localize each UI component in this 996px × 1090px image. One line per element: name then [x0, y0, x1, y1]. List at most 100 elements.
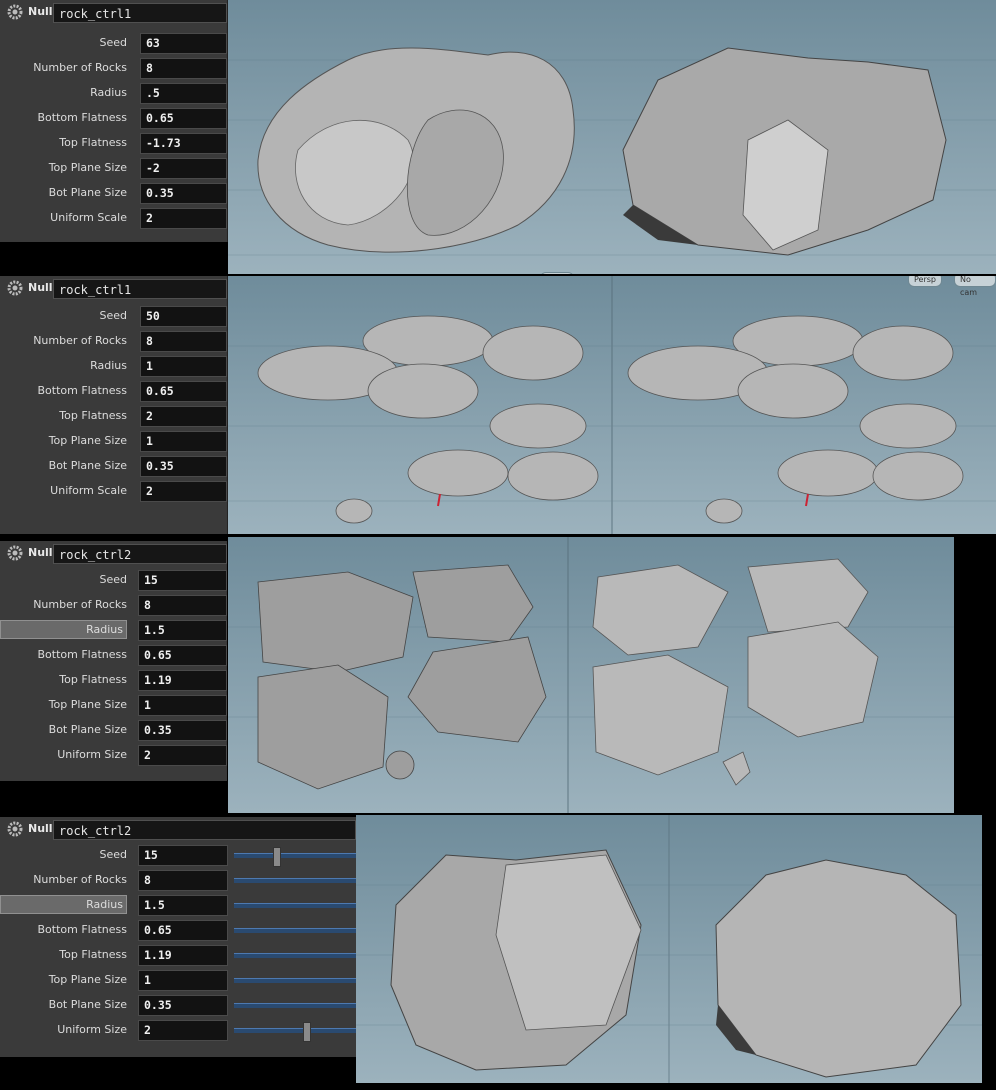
param-slider[interactable]	[234, 928, 356, 933]
gear-icon[interactable]	[7, 4, 23, 20]
param-slider[interactable]	[234, 1022, 356, 1042]
viewport-4[interactable]	[356, 815, 982, 1083]
param-label: Number of Rocks	[33, 61, 127, 74]
param-slider[interactable]	[234, 1003, 356, 1008]
param-value-field[interactable]: 1	[140, 356, 227, 377]
param-label: Uniform Scale	[50, 211, 127, 224]
param-value-field[interactable]: 0.35	[140, 456, 227, 477]
param-label: Bottom Flatness	[37, 923, 127, 936]
param-label: Number of Rocks	[33, 873, 127, 886]
rock-mesh	[412, 564, 534, 643]
gear-icon[interactable]	[7, 545, 23, 561]
param-value-field[interactable]: 0.65	[138, 645, 227, 666]
param-row: Number of Rocks 8	[0, 329, 227, 354]
param-label: Radius	[86, 623, 123, 636]
camera-menu[interactable]: No cam	[954, 276, 996, 297]
gear-icon[interactable]	[7, 280, 23, 296]
param-value-field[interactable]: 1.5	[138, 895, 228, 916]
param-value-field[interactable]: 15	[138, 845, 228, 866]
slider-knob[interactable]	[303, 1022, 311, 1042]
rock-mesh	[737, 363, 849, 419]
param-slider[interactable]	[234, 878, 356, 883]
param-value-field[interactable]: 15	[138, 570, 227, 591]
rock-mesh	[335, 498, 373, 524]
param-row: Bot Plane Size 0.35	[0, 718, 227, 743]
node-name-field[interactable]: rock_ctrl2	[53, 544, 227, 564]
param-value-field[interactable]: 2	[138, 745, 227, 766]
param-slider[interactable]	[234, 903, 356, 908]
param-value-field[interactable]: 2	[140, 406, 227, 427]
param-row: Seed 15	[0, 843, 356, 868]
gear-icon[interactable]	[7, 821, 23, 837]
rock-mesh	[385, 750, 415, 780]
param-value-field[interactable]: 1.19	[138, 945, 228, 966]
param-row: Radius .5	[0, 81, 227, 106]
rock-mesh	[482, 325, 584, 381]
rock-mesh	[257, 571, 414, 673]
viewport-2[interactable]: Persp No cam	[228, 276, 996, 534]
rock-mesh	[257, 664, 389, 790]
param-value-field[interactable]: 1	[138, 695, 227, 716]
persp-menu[interactable]: Persp	[540, 272, 574, 274]
node-name-field[interactable]: rock_ctrl2	[53, 820, 356, 840]
param-value-field[interactable]: 0.35	[138, 995, 228, 1016]
param-label: Top Plane Size	[48, 434, 127, 447]
node-name-field[interactable]: rock_ctrl1	[53, 3, 227, 23]
param-label: Top Plane Size	[48, 698, 127, 711]
param-value-field[interactable]: 8	[138, 870, 228, 891]
panel-header: Null rock_ctrl2	[0, 541, 227, 565]
param-value-field[interactable]: 8	[140, 58, 227, 79]
viewport-3[interactable]	[228, 537, 954, 813]
param-value-field[interactable]: 63	[140, 33, 227, 54]
param-label: Seed	[99, 848, 128, 861]
param-value-field[interactable]: .5	[140, 83, 227, 104]
param-row: Bottom Flatness 0.65	[0, 106, 227, 131]
param-value-field[interactable]: 2	[140, 208, 227, 229]
rock-mesh	[489, 403, 587, 449]
param-label: Bot Plane Size	[48, 459, 127, 472]
persp-menu-2[interactable]: Persp	[908, 276, 942, 287]
panel-header: Null rock_ctrl2	[0, 817, 356, 841]
param-value-field[interactable]: 1.19	[138, 670, 227, 691]
param-row: Number of Rocks 8	[0, 56, 227, 81]
radius-label-highlight[interactable]: Radius	[0, 895, 127, 914]
param-row: Radius 1.5	[0, 893, 356, 918]
param-value-field[interactable]: 1	[138, 970, 228, 991]
param-row: Top Plane Size 1	[0, 693, 227, 718]
param-label: Top Flatness	[59, 409, 127, 422]
param-value-field[interactable]: 2	[140, 481, 227, 502]
param-slider[interactable]	[234, 847, 356, 867]
param-value-field[interactable]: 1	[140, 431, 227, 452]
param-row: Seed 50	[0, 304, 227, 329]
param-value-field[interactable]: 8	[138, 595, 227, 616]
param-slider[interactable]	[234, 953, 356, 958]
param-value-field[interactable]: 0.65	[140, 381, 227, 402]
param-row: Top Flatness 1.19	[0, 668, 227, 693]
param-value-field[interactable]: 50	[140, 306, 227, 327]
node-type-label: Null	[28, 281, 53, 294]
param-value-field[interactable]: 0.35	[138, 720, 227, 741]
param-row: Top Flatness -1.73	[0, 131, 227, 156]
viewport-scene	[228, 537, 954, 813]
param-value-field[interactable]: -1.73	[140, 133, 227, 154]
param-value-field[interactable]: 0.65	[138, 920, 228, 941]
viewport-scene	[228, 276, 996, 534]
param-value-field[interactable]: 0.65	[140, 108, 227, 129]
param-label: Seed	[99, 309, 128, 322]
viewport-1[interactable]: Persp	[228, 0, 996, 274]
parameter-panel-1: Null rock_ctrl1 Seed 63 Number of Rocks 8 …	[0, 0, 228, 242]
param-row: Number of Rocks 8	[0, 868, 356, 893]
param-value-field[interactable]: 0.35	[140, 183, 227, 204]
rock-mesh	[777, 449, 879, 497]
slider-knob[interactable]	[273, 847, 281, 867]
node-name-field[interactable]: rock_ctrl1	[53, 279, 227, 299]
param-value-field[interactable]: 1.5	[138, 620, 227, 641]
param-label: Bot Plane Size	[48, 186, 127, 199]
param-value-field[interactable]: 2	[138, 1020, 228, 1041]
param-value-field[interactable]: -2	[140, 158, 227, 179]
param-row: Top Plane Size 1	[0, 968, 356, 993]
param-value-field[interactable]: 8	[140, 331, 227, 352]
param-label: Uniform Size	[57, 748, 127, 761]
radius-label-highlight[interactable]: Radius	[0, 620, 127, 639]
param-slider[interactable]	[234, 978, 356, 983]
